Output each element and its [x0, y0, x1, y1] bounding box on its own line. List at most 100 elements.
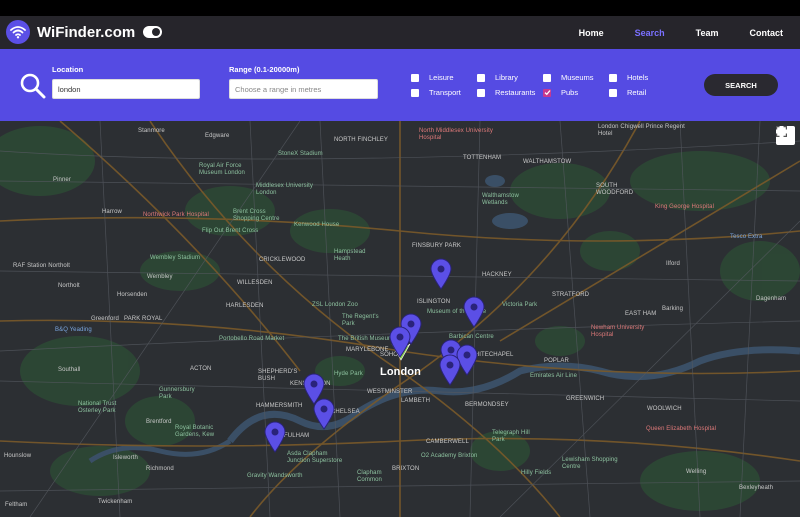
map-label: FINSBURY PARK — [412, 243, 461, 249]
map-label: B&Q Yeading — [55, 327, 92, 333]
checkbox-label: Retail — [627, 88, 647, 97]
map-marker-icon[interactable] — [264, 421, 286, 453]
map-label: Hyde Park — [334, 371, 363, 377]
map-label: ZSL London Zoo — [312, 302, 358, 308]
brand-name: WiFinder.com — [37, 23, 136, 41]
map-label: Richmond — [146, 466, 174, 472]
checkbox-label: Museums — [561, 73, 594, 82]
map-label: Queen Elizabeth Hospital — [646, 426, 717, 432]
map-label: LAMBETH — [401, 398, 431, 404]
map-label: London Chigwell Prince Regent Hotel — [598, 124, 685, 137]
map-label: Asda Clapham Junction Superstore — [287, 451, 343, 464]
map-label: CHELSEA — [331, 409, 360, 415]
map-label: Edgware — [205, 133, 230, 139]
nav-contact[interactable]: Contact — [750, 28, 784, 38]
map-label: Telegraph Hill Park — [492, 430, 530, 443]
map-label: Newham University Hospital — [591, 325, 645, 338]
map-label: FULHAM — [284, 433, 310, 439]
map-label: Isleworth — [113, 455, 138, 461]
nav-team[interactable]: Team — [696, 28, 719, 38]
checkbox-box[interactable] — [411, 73, 419, 82]
map-label: Gunnersbury Park — [159, 387, 195, 400]
map-label: BRIXTON — [392, 466, 420, 472]
checkbox-box[interactable] — [477, 88, 485, 97]
map-label: SOUTH WOODFORD — [596, 183, 634, 196]
map-label: HAMMERSMITH — [256, 403, 303, 409]
fullscreen-icon[interactable] — [776, 126, 795, 145]
map-label: Ilford — [666, 261, 680, 267]
map-label: HACKNEY — [482, 272, 512, 278]
map-label: Harrow — [102, 209, 122, 215]
nav-links: Home Search Team Contact — [548, 16, 783, 49]
search-panel: Location Range (0.1-20000m) Leisure Tran… — [0, 49, 800, 121]
map-label: EAST HAM — [625, 311, 657, 317]
checkbox-label: Pubs — [561, 88, 579, 97]
checkbox-label: Hotels — [627, 73, 649, 82]
map-label: North Middlesex University Hospital — [419, 128, 493, 141]
checkbox-museums[interactable]: Museums — [543, 73, 594, 82]
checkbox-leisure[interactable]: Leisure — [411, 73, 454, 82]
map-label: Emirates Air Line — [530, 373, 578, 379]
map-label: Portobello Road Market — [219, 336, 285, 342]
checkbox-box[interactable] — [543, 73, 551, 82]
map-label: TOTTENHAM — [463, 155, 502, 161]
checkbox-library[interactable]: Library — [477, 73, 518, 82]
map-label: Tesco Extra — [730, 234, 763, 240]
map-label: RAF Station Northolt — [13, 263, 71, 269]
map-label: HARLESDEN — [226, 303, 264, 309]
brand[interactable]: WiFinder.com — [6, 20, 163, 44]
map-label: Gravity Wandsworth — [247, 473, 303, 479]
map-label: WALTHAMSTOW — [523, 159, 572, 165]
checkbox-restaurants[interactable]: Restaurants — [477, 88, 535, 97]
map-label: Wembley Stadium — [150, 255, 201, 261]
map-label: Flip Out Brent Cross — [202, 228, 259, 234]
map-label: Brent Cross Shopping Centre — [233, 209, 280, 222]
checkbox-pubs[interactable]: Pubs — [543, 88, 578, 97]
map-label: Horsenden — [117, 292, 148, 298]
map-label: King George Hospital — [655, 204, 715, 210]
map-label: Kenwood House — [294, 222, 340, 228]
map-label: Northolt — [58, 283, 80, 289]
map-label: Twickenham — [98, 499, 133, 505]
map-label: PARK ROYAL — [124, 316, 163, 322]
map-marker-icon[interactable] — [389, 326, 411, 358]
search-button[interactable]: SEARCH — [704, 74, 778, 96]
map-label: POPLAR — [544, 358, 569, 364]
checkbox-box[interactable] — [411, 88, 419, 97]
range-input[interactable] — [229, 79, 378, 99]
nav-search[interactable]: Search — [635, 28, 665, 38]
checkbox-box[interactable] — [609, 88, 617, 97]
checkbox-label: Transport — [429, 88, 461, 97]
map-marker-icon[interactable] — [430, 258, 452, 290]
checkbox-box-checked[interactable] — [543, 88, 551, 97]
map-label: Northwick Park Hospital — [143, 212, 209, 218]
checkbox-retail[interactable]: Retail — [609, 88, 646, 97]
map-label: Pinner — [53, 177, 71, 183]
map[interactable]: Stanmore Edgware NORTH FINCHLEY North Mi… — [0, 121, 800, 517]
checkbox-label: Library — [495, 73, 518, 82]
map-label: WOOLWICH — [647, 406, 682, 412]
map-marker-icon[interactable] — [463, 296, 485, 328]
map-label: Southall — [58, 367, 81, 373]
map-label: Bexleyheath — [739, 485, 774, 491]
checkbox-label: Restaurants — [495, 88, 536, 97]
map-label: Barking — [662, 306, 684, 312]
toggle-knob — [152, 28, 161, 36]
map-label: STRATFORD — [552, 292, 590, 298]
map-marker-icon[interactable] — [439, 354, 461, 386]
map-marker-icon[interactable] — [313, 398, 335, 430]
map-label: O2 Academy Brixton — [421, 453, 478, 459]
checkbox-box[interactable] — [477, 73, 485, 82]
map-label: Wembley — [147, 274, 173, 280]
map-label: Welling — [686, 469, 707, 475]
checkbox-hotels[interactable]: Hotels — [609, 73, 648, 82]
map-label: WESTMINSTER — [367, 389, 413, 395]
checkbox-transport[interactable]: Transport — [411, 88, 461, 97]
nav-home[interactable]: Home — [579, 28, 604, 38]
map-label: Feltham — [5, 502, 28, 508]
map-label: Hilly Fields — [521, 470, 552, 476]
location-input[interactable] — [52, 79, 200, 99]
dark-mode-toggle[interactable] — [143, 26, 163, 38]
map-label: Walthamstow Wetlands — [482, 193, 519, 206]
checkbox-box[interactable] — [609, 73, 617, 82]
